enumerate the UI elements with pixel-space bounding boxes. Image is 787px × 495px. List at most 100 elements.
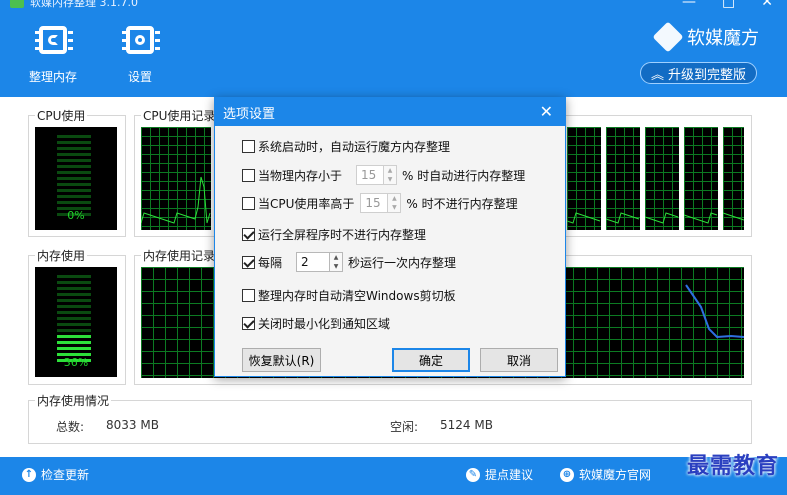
stepper-up-icon[interactable]: ▲: [388, 194, 400, 203]
option-low-memory: 当物理内存小于 15 ▲ ▼ % 时自动进行内存整理: [242, 165, 525, 185]
memory-meter: 36%: [35, 267, 117, 377]
fullscreen-label: 运行全屏程序时不进行内存整理: [258, 228, 427, 242]
cpu-core-graph: [567, 127, 601, 230]
cpu-core-graph: [645, 127, 679, 230]
lightbulb-icon: ✎: [466, 467, 480, 482]
cpu-history-title: CPU使用记录: [143, 109, 216, 123]
stepper-down-icon[interactable]: ▼: [330, 262, 342, 271]
high-cpu-value[interactable]: 15: [360, 193, 389, 213]
high-cpu-label: 当CPU使用率高于: [258, 196, 355, 211]
autostart-checkbox[interactable]: [242, 140, 255, 153]
meter-segment: [57, 171, 91, 174]
low-memory-checkbox[interactable]: [242, 168, 255, 182]
maximize-button[interactable]: □: [722, 0, 735, 10]
clean-memory-button[interactable]: 整理内存: [18, 22, 88, 85]
cancel-button[interactable]: 取消: [480, 348, 558, 372]
dialog-close-button[interactable]: ✕: [540, 102, 553, 121]
upgrade-label: 升级到完整版: [667, 67, 746, 83]
memory-chip-icon: [35, 22, 73, 58]
upgrade-button[interactable]: ︽ 升级到完整版: [639, 62, 757, 84]
high-cpu-suffix: % 时不进行内存整理: [406, 196, 518, 211]
clear-clipboard-checkbox[interactable]: [242, 289, 255, 302]
dialog-title: 选项设置: [223, 106, 276, 122]
cpu-core-graph: [606, 127, 640, 230]
free-value: 5124 MB: [440, 418, 493, 432]
high-cpu-checkbox[interactable]: [242, 196, 255, 210]
memory-history-title: 内存使用记录: [143, 249, 216, 263]
ok-button[interactable]: 确定: [392, 348, 470, 372]
meter-segment: [57, 311, 91, 314]
options-dialog: 选项设置 ✕ 系统启动时，自动运行魔方内存整理 当物理内存小于 15 ▲ ▼ % …: [214, 97, 566, 377]
restore-defaults-button[interactable]: 恢复默认(R): [242, 348, 321, 372]
arrow-up-icon: ↑: [22, 467, 36, 482]
interval-label: 每隔: [258, 255, 283, 270]
cpu-usage-title: CPU使用: [37, 109, 86, 123]
dialog-title-bar: 选项设置 ✕: [215, 98, 565, 126]
minimize-button[interactable]: —: [682, 0, 696, 10]
option-fullscreen[interactable]: 运行全屏程序时不进行内存整理: [242, 226, 426, 243]
settings-label: 设置: [127, 70, 152, 84]
stepper-up-icon[interactable]: ▲: [330, 253, 342, 262]
brand-name: 软媒魔方: [687, 28, 759, 49]
cpu-percent: 0%: [67, 209, 85, 222]
meter-segment: [57, 341, 91, 344]
interval-suffix: 秒运行一次内存整理: [348, 255, 457, 270]
interval-value[interactable]: 2: [296, 252, 331, 272]
title-bar: 软媒内存整理 3.1.7.0: [10, 0, 138, 9]
close-button[interactable]: ✕: [761, 0, 773, 10]
fullscreen-checkbox[interactable]: [242, 228, 255, 241]
settings-chip-icon: [122, 22, 160, 58]
suggest-link[interactable]: ✎ 提点建议: [466, 466, 533, 483]
total-value: 8033 MB: [106, 418, 159, 432]
meter-segment: [57, 275, 91, 278]
stepper-up-icon[interactable]: ▲: [384, 166, 396, 175]
cpu-meter: 0%: [35, 127, 117, 230]
interval-checkbox[interactable]: [242, 255, 255, 269]
total-label: 总数:: [56, 420, 85, 434]
meter-segment: [57, 135, 91, 138]
memory-meter-bars: [57, 275, 91, 365]
globe-icon: ⊕: [560, 467, 574, 482]
low-memory-label: 当物理内存小于: [258, 168, 343, 183]
meter-segment: [57, 287, 91, 290]
option-autostart[interactable]: 系统启动时，自动运行魔方内存整理: [242, 138, 450, 155]
meter-segment: [57, 141, 91, 144]
stepper-down-icon[interactable]: ▼: [388, 203, 400, 212]
interval-stepper[interactable]: 2 ▲ ▼: [296, 252, 344, 272]
double-chevron-up-icon: ︽: [650, 67, 664, 83]
meter-segment: [57, 305, 91, 308]
meter-segment: [57, 165, 91, 168]
watermark: 最需教育: [686, 453, 779, 479]
meter-segment: [57, 177, 91, 180]
option-clear-clipboard[interactable]: 整理内存时自动清空Windows剪切板: [242, 287, 456, 304]
meter-segment: [57, 201, 91, 204]
clear-clipboard-label: 整理内存时自动清空Windows剪切板: [258, 289, 456, 303]
meter-segment: [57, 323, 91, 326]
app-icon: [10, 0, 24, 8]
low-memory-stepper[interactable]: 15 ▲ ▼: [356, 165, 398, 185]
meter-segment: [57, 347, 91, 350]
meter-segment: [57, 281, 91, 284]
meter-segment: [57, 147, 91, 150]
meter-segment: [57, 299, 91, 302]
cube-logo-icon: [652, 21, 684, 53]
free-label: 空闲:: [390, 420, 419, 434]
settings-button[interactable]: 设置: [105, 22, 175, 85]
option-minimize-tray[interactable]: 关闭时最小化到通知区域: [242, 315, 390, 332]
status-bar: ↑ 检查更新 ✎ 提点建议 ⊕ 软媒魔方官网: [0, 457, 787, 495]
low-memory-suffix: % 时自动进行内存整理: [402, 168, 526, 183]
website-link[interactable]: ⊕ 软媒魔方官网: [560, 466, 651, 483]
minimize-tray-checkbox[interactable]: [242, 317, 255, 330]
suggest-label: 提点建议: [485, 468, 534, 482]
brand: 软媒魔方: [652, 21, 759, 53]
window-title: 软媒内存整理 3.1.7.0: [30, 0, 138, 9]
meter-segment: [57, 195, 91, 198]
stepper-down-icon[interactable]: ▼: [384, 175, 396, 184]
check-update-link[interactable]: ↑ 检查更新: [22, 466, 89, 483]
cpu-meter-bars: [57, 135, 91, 219]
cpu-core-graph: [141, 127, 211, 230]
autostart-label: 系统启动时，自动运行魔方内存整理: [258, 140, 451, 154]
high-cpu-stepper[interactable]: 15 ▲ ▼: [360, 193, 402, 213]
low-memory-value[interactable]: 15: [356, 165, 385, 185]
window-controls: — □ ✕: [682, 0, 773, 10]
